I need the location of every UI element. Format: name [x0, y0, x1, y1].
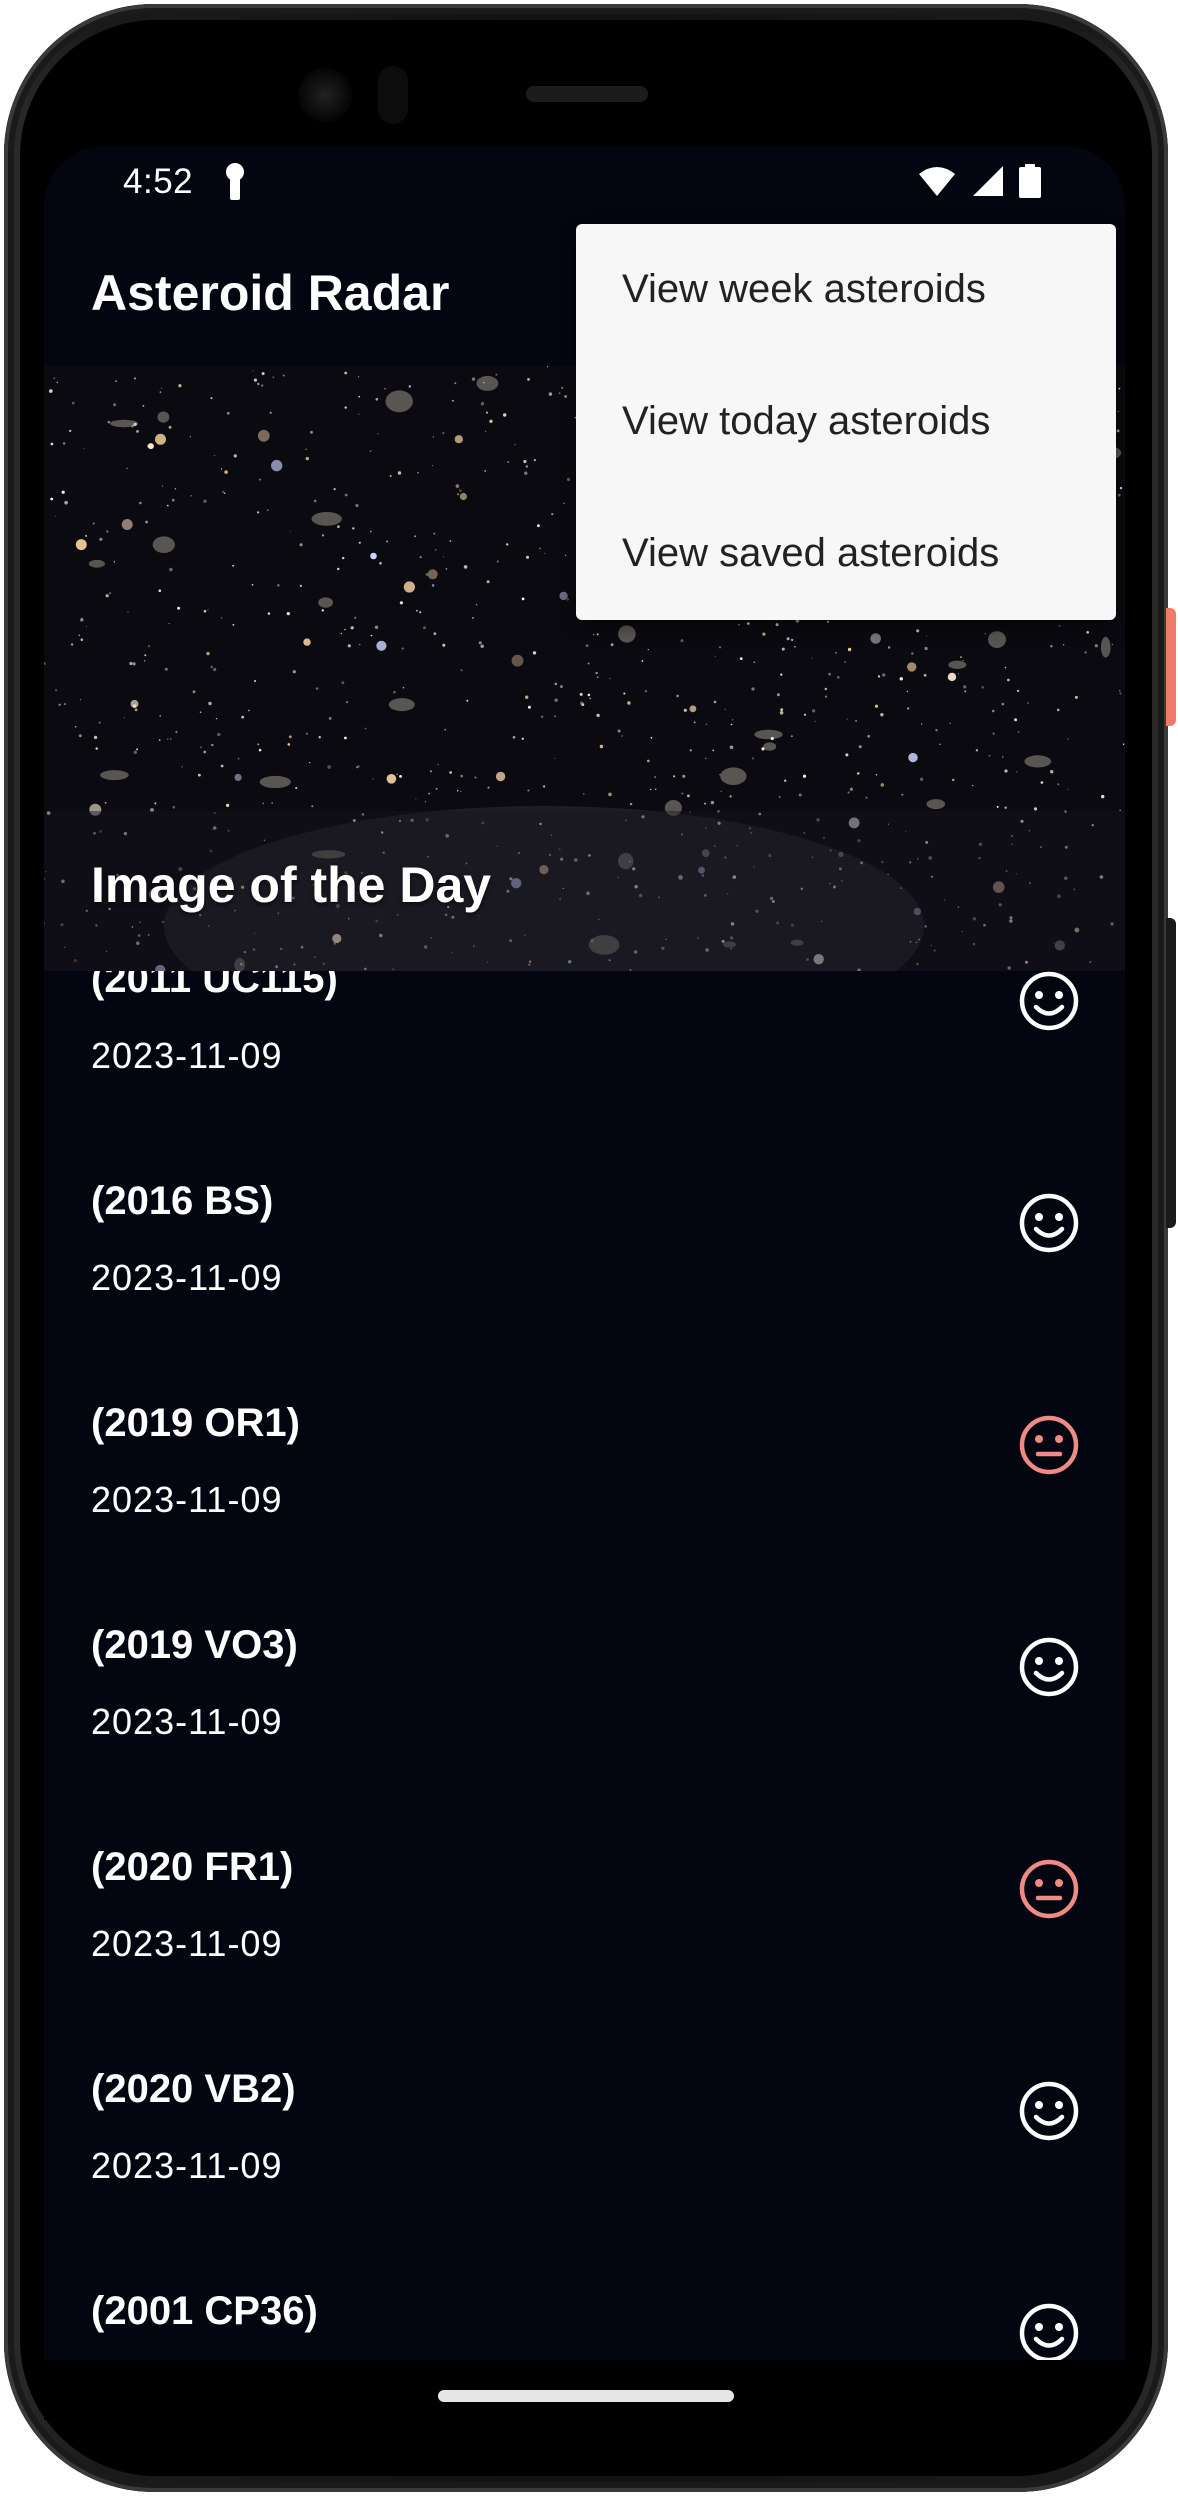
menu-item-label: View today asteroids [622, 399, 991, 443]
asteroid-row[interactable]: (2011 UC115) 2023-11-09 [44, 971, 1125, 1179]
app-screen: 4:52 Asteroid Radar Image of the Day (20… [44, 146, 1125, 2360]
asteroid-date: 2023-11-09 [91, 1701, 283, 1742]
menu-item-view-week[interactable]: View week asteroids [576, 224, 1116, 356]
happy-face-icon [1019, 1193, 1079, 1253]
asteroid-row[interactable]: (2020 VB2) 2023-11-09 [44, 2067, 1125, 2289]
asteroid-name: (2019 VO3) [91, 1623, 298, 1667]
asteroid-row[interactable]: (2020 FR1) 2023-11-09 [44, 1845, 1125, 2067]
proximity-sensor [378, 66, 408, 124]
status-time: 4:52 [123, 162, 194, 201]
asteroid-row[interactable]: (2016 BS) 2023-11-09 [44, 1179, 1125, 1401]
asteroid-name: (2016 BS) [91, 1179, 274, 1223]
neutral-face-icon [1019, 1415, 1079, 1475]
battery-icon [1019, 164, 1041, 198]
status-icons-group [919, 164, 1041, 198]
front-camera [298, 68, 352, 122]
cellular-signal-icon [973, 166, 1003, 196]
asteroid-row[interactable]: (2019 OR1) 2023-11-09 [44, 1401, 1125, 1623]
home-indicator[interactable] [438, 2390, 734, 2402]
asteroid-list[interactable]: (2011 UC115) 2023-11-09 (2016 BS) 2023-11-0… [44, 971, 1125, 2360]
asteroid-date: 2023-11-09 [91, 1035, 283, 1076]
menu-item-label: View week asteroids [622, 267, 986, 311]
menu-item-view-today[interactable]: View today asteroids [576, 356, 1116, 488]
happy-face-icon [1019, 971, 1079, 1031]
asteroid-date: 2023-11-09 [91, 2145, 283, 2186]
overflow-menu: View week asteroids View today asteroids… [576, 224, 1116, 620]
menu-item-view-saved[interactable]: View saved asteroids [576, 488, 1116, 620]
wifi-icon [919, 167, 955, 196]
asteroid-row[interactable]: (2019 VO3) 2023-11-09 [44, 1623, 1125, 1845]
happy-face-icon [1019, 2303, 1079, 2360]
asteroid-name: (2019 OR1) [91, 1401, 300, 1445]
asteroid-name: (2020 VB2) [91, 2067, 296, 2111]
volume-button [1166, 918, 1176, 1228]
asteroid-name: (2001 CP36) [91, 2289, 318, 2333]
key-icon [226, 163, 244, 200]
asteroid-date: 2023-11-09 [91, 1923, 283, 1964]
menu-item-label: View saved asteroids [622, 531, 1000, 575]
asteroid-date: 2023-11-09 [91, 1257, 283, 1298]
happy-face-icon [1019, 2081, 1079, 2141]
app-title: Asteroid Radar [91, 265, 450, 321]
happy-face-icon [1019, 1637, 1079, 1697]
asteroid-name: (2020 FR1) [91, 1845, 294, 1889]
asteroid-date: 2023-11-09 [91, 1479, 283, 1520]
power-button [1166, 608, 1176, 726]
image-of-the-day-caption: Image of the Day [91, 857, 492, 913]
asteroid-name: (2011 UC115) [91, 971, 338, 1001]
asteroid-row[interactable]: (2001 CP36) [44, 2289, 1125, 2360]
earpiece-speaker [526, 86, 648, 102]
neutral-face-icon [1019, 1859, 1079, 1919]
status-bar: 4:52 [44, 146, 1125, 226]
